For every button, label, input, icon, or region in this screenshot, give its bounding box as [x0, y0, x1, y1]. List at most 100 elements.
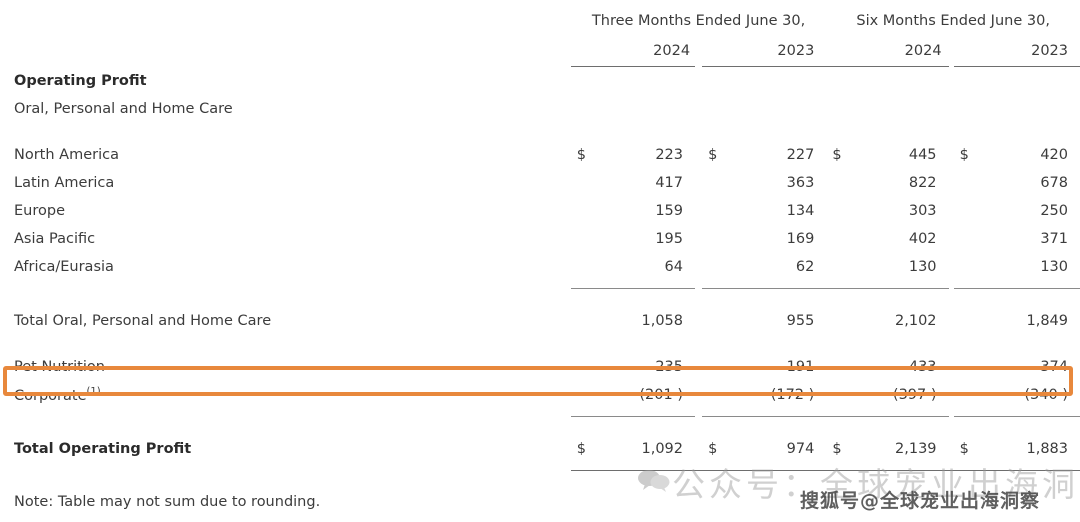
spacer-row-2 — [0, 289, 1080, 307]
spacer-cell-1 — [0, 123, 1080, 141]
value-cell: 1,092 — [641, 441, 683, 457]
cell-gap — [695, 225, 702, 253]
corporate-label-text: Corporate — [14, 387, 87, 404]
value-cell: 235 — [655, 359, 683, 375]
currency-symbol — [826, 197, 852, 225]
value-cell: 363 — [786, 175, 815, 191]
spacer-row-1 — [0, 123, 1080, 141]
cell-gap — [695, 353, 702, 381]
section-operating-profit-row: Operating Profit — [0, 67, 1080, 95]
value-cell: (172 ) — [770, 387, 815, 403]
currency-symbol: $ — [959, 441, 969, 457]
currency-symbol — [571, 353, 597, 381]
rule-spacer — [0, 59, 571, 67]
currency-symbol: $ — [959, 147, 969, 163]
currency-symbol — [702, 197, 728, 225]
cell-gap — [695, 381, 702, 409]
spacer-row-3 — [0, 335, 1080, 353]
table-note: Note: Table may not sum due to rounding. — [14, 494, 321, 510]
currency-symbol — [826, 381, 852, 409]
header-blank-cell — [0, 0, 571, 31]
currency-symbol — [702, 225, 728, 253]
watermark-sohu: 搜狐号@全球宠业出海洞察 — [800, 490, 1041, 512]
value-cell: (340 ) — [1024, 387, 1068, 403]
header-year-1: 2024 — [653, 43, 691, 59]
value-cell: 371 — [1040, 231, 1068, 247]
currency-symbol — [702, 307, 728, 335]
value-cell: 191 — [786, 359, 815, 375]
row-label-pet-nutrition: Pet Nutrition — [14, 359, 105, 375]
subtotal-rule-3 — [826, 281, 949, 289]
row-label-asia-pacific: Asia Pacific — [14, 231, 96, 247]
row-label-latin-america: Latin America — [14, 175, 115, 191]
currency-symbol — [571, 197, 597, 225]
value-cell: 303 — [908, 203, 937, 219]
value-cell: 402 — [908, 231, 937, 247]
header-rule-2 — [702, 59, 827, 67]
row-label-north-america: North America — [14, 147, 119, 163]
value-cell: (201 ) — [639, 387, 683, 403]
rule-spacer-final — [0, 463, 571, 471]
row-label-africa-eurasia: Africa/Eurasia — [14, 259, 114, 275]
cell-gap — [695, 197, 702, 225]
speech-bubble-icon — [638, 470, 670, 492]
value-cell: 420 — [1040, 147, 1068, 163]
value-cell: 227 — [786, 147, 815, 163]
value-cell: 678 — [1040, 175, 1068, 191]
value-cell: 2,139 — [895, 441, 937, 457]
currency-symbol — [571, 225, 597, 253]
currency-symbol — [954, 307, 980, 335]
value-cell: 822 — [908, 175, 937, 191]
currency-symbol — [702, 353, 728, 381]
final-bottom-rule — [570, 463, 1080, 471]
row-label-corporate: Corporate(1) — [0, 381, 571, 409]
table-row: Asia Pacific 195 169 402 371 — [0, 225, 1080, 253]
footnote-marker: (1) — [86, 386, 101, 398]
currency-symbol — [954, 253, 980, 281]
total-rule-3 — [826, 409, 949, 417]
value-cell: 223 — [655, 147, 683, 163]
cell-gap — [695, 141, 702, 169]
currency-symbol — [826, 169, 852, 197]
value-cell: 169 — [786, 231, 815, 247]
rule-gap-1 — [695, 59, 702, 67]
header-year-4: 2023 — [1031, 43, 1068, 59]
currency-symbol — [826, 225, 852, 253]
value-cell: 62 — [795, 259, 815, 275]
value-cell: 159 — [655, 203, 683, 219]
total-rule-row — [0, 409, 1080, 417]
cell-gap — [695, 253, 702, 281]
total-rule-4 — [953, 409, 1080, 417]
currency-symbol — [826, 353, 852, 381]
table-header-year-row: 2024 2023 2024 2023 — [0, 31, 1080, 59]
currency-symbol — [571, 169, 597, 197]
currency-symbol: $ — [576, 441, 586, 457]
currency-symbol — [954, 353, 980, 381]
header-three-months: Three Months Ended June 30, — [591, 13, 806, 29]
value-cell: 195 — [655, 231, 683, 247]
header-rule-row — [0, 59, 1080, 67]
value-cell: 433 — [908, 359, 937, 375]
value-cell: 417 — [655, 175, 683, 191]
subtotal-rule-1 — [570, 281, 695, 289]
value-cell: 1,883 — [1026, 441, 1068, 457]
header-rule-1 — [570, 59, 695, 67]
spacer-row-4 — [0, 417, 1080, 435]
header-rule-4 — [953, 59, 1080, 67]
final-rule-row — [0, 463, 1080, 471]
section-oral-personal-home-care-row: Oral, Personal and Home Care — [0, 95, 1080, 123]
currency-symbol — [826, 307, 852, 335]
value-cell: 250 — [1040, 203, 1068, 219]
cell-gap — [695, 435, 702, 463]
table-row: North America $ 223 $ 227 $ 445 $ 420 — [0, 141, 1080, 169]
currency-symbol — [571, 381, 597, 409]
section-blank-2 — [571, 95, 1080, 123]
header-rule-3 — [826, 59, 949, 67]
value-cell: (397 ) — [892, 387, 937, 403]
corporate-row: Corporate(1) (201 ) (172 ) (397 ) (340 ) — [0, 381, 1080, 409]
section-title-oral-personal-home-care: Oral, Personal and Home Care — [14, 101, 233, 117]
row-label-total-oral-personal-home-care: Total Oral, Personal and Home Care — [14, 313, 272, 329]
spacer-cell-4 — [0, 417, 1080, 435]
value-cell: 1,849 — [1026, 313, 1068, 329]
currency-symbol — [571, 253, 597, 281]
